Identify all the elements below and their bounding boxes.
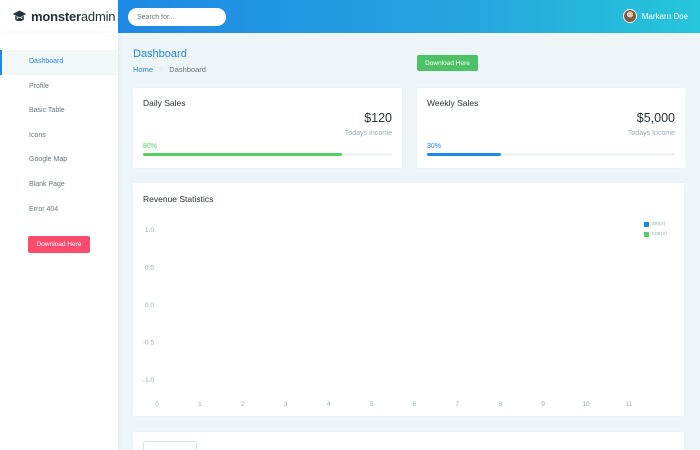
sidebar-download-button[interactable]: Download Here (28, 236, 90, 253)
logo-text-bold: monster (31, 9, 81, 24)
sidebar-item-error-404[interactable]: Error 404 (0, 198, 118, 223)
x-tick-label: 10 (582, 401, 590, 408)
legend-swatch-sin (644, 221, 649, 227)
logo[interactable]: monsteradmin (0, 0, 118, 33)
sidebar-item-dashboard[interactable]: Dashboard (0, 50, 118, 75)
x-tick-label: 9 (541, 401, 545, 408)
legend-item-sin: sin(x) (644, 219, 667, 229)
revenue-chart: 1.0 0.5 0.0 -0.5 -1.0 0 1 2 3 4 5 6 7 8 9 10 11 (143, 227, 633, 408)
filter-select[interactable] (143, 441, 197, 450)
logo-text-light: admin (80, 9, 116, 24)
topbar: monsteradmin Markarn Doe (0, 0, 700, 33)
weekly-sales-percent: 30% (427, 143, 442, 150)
breadcrumb-separator-icon: ○ (159, 66, 164, 73)
daily-sales-title: Daily Sales (143, 98, 186, 108)
sidebar-nav: Dashboard Profile Basic Table Icons Goog… (0, 50, 118, 222)
user-name: Markarn Doe (641, 11, 688, 21)
weekly-sales-amount: $5,000 (636, 111, 675, 125)
y-tick-label: 0.5 (145, 265, 154, 272)
daily-sales-percent: 80% (143, 143, 158, 150)
search-input[interactable] (128, 8, 226, 26)
daily-sales-progress (143, 153, 392, 156)
y-tick-label: -1.0 (143, 377, 155, 384)
x-tick-label: 8 (498, 401, 502, 408)
sidebar-item-icons[interactable]: Icons (0, 124, 118, 149)
weekly-sales-progress (427, 153, 675, 156)
legend-label-sin: sin(x) (652, 221, 666, 227)
weekly-sales-card: Weekly Sales $5,000 Todays Income 30% (417, 88, 685, 168)
y-tick-label: 1.0 (145, 227, 154, 234)
x-tick-label: 6 (413, 401, 417, 408)
avatar[interactable] (622, 9, 637, 23)
weekly-sales-progress-fill (427, 153, 502, 156)
download-button[interactable]: Download Here (417, 55, 478, 71)
y-tick-label: 0.0 (145, 302, 154, 309)
daily-sales-progress-fill (143, 153, 343, 156)
page-title: Dashboard (133, 48, 187, 60)
x-tick-label: 5 (370, 401, 374, 408)
y-tick-label: -0.5 (143, 340, 155, 347)
revenue-statistics-card: Revenue Statistics 1.0 0.5 0.0 -0.5 -1.0 0 1 2 3… (133, 183, 684, 416)
x-tick-label: 11 (626, 401, 633, 408)
user-menu[interactable]: Markarn Doe (622, 9, 688, 23)
weekly-sales-title: Weekly Sales (427, 98, 479, 108)
breadcrumb-current: Dashboard (169, 65, 206, 74)
x-tick-label: 7 (456, 401, 460, 408)
daily-sales-card: Daily Sales $120 Todays Income 80% (133, 88, 402, 168)
monster-logo-icon (12, 10, 27, 22)
weekly-sales-subtitle: Todays Income (627, 130, 675, 137)
breadcrumb: Home ○ Dashboard (133, 65, 206, 74)
x-tick-label: 4 (327, 401, 331, 408)
chart-legend: sin(x) cos(x) (644, 219, 667, 239)
sidebar-item-blank-page[interactable]: Blank Page (0, 173, 118, 198)
sidebar-item-google-map[interactable]: Google Map (0, 148, 118, 173)
x-tick-label: 0 (155, 401, 159, 408)
sidebar-item-profile[interactable]: Profile (0, 75, 118, 100)
legend-label-cos: cos(x) (652, 231, 667, 237)
breadcrumb-home-link[interactable]: Home (133, 65, 153, 74)
legend-item-cos: cos(x) (644, 229, 667, 239)
legend-swatch-cos (644, 231, 649, 237)
logo-text: monsteradmin (31, 9, 116, 24)
x-tick-label: 3 (284, 401, 288, 408)
sidebar: Dashboard Profile Basic Table Icons Goog… (0, 33, 118, 450)
sidebar-item-basic-table[interactable]: Basic Table (0, 99, 118, 124)
daily-sales-subtitle: Todays Income (344, 130, 392, 137)
topbar-main: Markarn Doe (118, 0, 700, 33)
x-tick-label: 2 (241, 401, 245, 408)
x-tick-label: 1 (198, 401, 202, 408)
daily-sales-amount: $120 (364, 111, 392, 125)
bottom-card (133, 432, 684, 450)
